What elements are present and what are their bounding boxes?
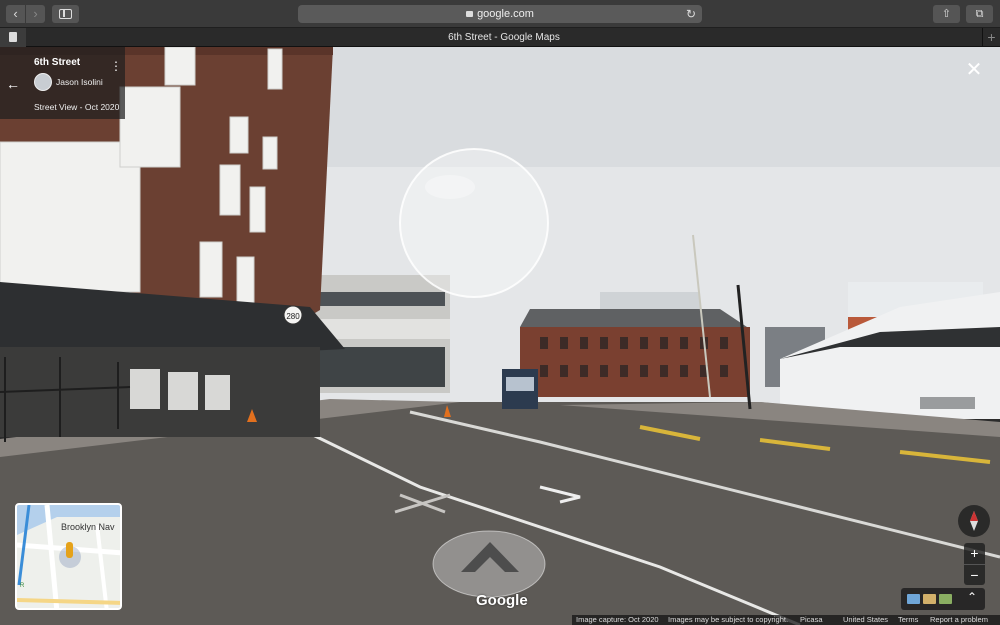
street-view-panorama[interactable]: 280 ← 6th Street ⋮ Jason Isolini Street … xyxy=(0,47,1000,625)
google-logo: Google xyxy=(476,592,528,609)
back-button[interactable]: ‹ xyxy=(6,5,25,23)
chevron-up-icon[interactable]: ⌃ xyxy=(967,590,977,604)
close-icon[interactable]: ✕ xyxy=(964,60,984,80)
report-problem-link[interactable]: Report a problem xyxy=(930,615,988,625)
tab-favicon xyxy=(0,28,26,47)
more-options-icon[interactable]: ⋮ xyxy=(110,60,122,72)
thumbnail-2[interactable] xyxy=(923,594,936,604)
svg-text:R: R xyxy=(20,583,25,589)
sidebar-icon xyxy=(59,9,72,19)
tab-overview-button[interactable]: ⧉ xyxy=(966,5,993,23)
thumbnail-1[interactable] xyxy=(907,594,920,604)
plus-icon: + xyxy=(987,29,996,45)
attribution-bar: Image capture: Oct 2020 Images may be su… xyxy=(572,615,1000,625)
tabs-icon: ⧉ xyxy=(975,8,984,20)
minimap[interactable]: R Brooklyn Nav xyxy=(15,503,122,610)
zoom-in-button[interactable]: + xyxy=(964,543,985,564)
lock-icon xyxy=(466,11,474,17)
copyright-text: Images may be subject to copyright. xyxy=(668,615,789,624)
image-capture-text: Image capture: Oct 2020 xyxy=(576,615,659,624)
address-bar[interactable]: google.com ↻ xyxy=(298,5,702,23)
arrow-left-icon[interactable]: ← xyxy=(6,76,20,92)
capture-date-label[interactable]: Street View - Oct 2020 xyxy=(34,102,119,112)
panorama-image: 280 xyxy=(0,47,1000,625)
document-icon xyxy=(9,32,17,42)
address-text: google.com xyxy=(477,8,534,20)
forward-button[interactable]: › xyxy=(26,5,45,23)
tab-title[interactable]: 6th Street - Google Maps xyxy=(26,28,982,47)
imagery-thumbnails[interactable]: ⌃ xyxy=(901,588,985,610)
sidebar-toggle-button[interactable] xyxy=(52,5,79,23)
street-name: 6th Street xyxy=(34,57,81,68)
new-tab-button[interactable]: + xyxy=(982,28,1000,47)
picasa-link[interactable]: Picasa xyxy=(800,615,823,625)
chevron-right-icon: › xyxy=(33,6,38,21)
avatar[interactable] xyxy=(34,73,52,91)
minimap-place-label: Brooklyn Nav xyxy=(61,522,115,532)
share-button[interactable]: ⇧ xyxy=(933,5,960,23)
chevron-left-icon: ‹ xyxy=(13,6,18,21)
thumbnail-3[interactable] xyxy=(939,594,952,604)
zoom-out-button[interactable]: − xyxy=(964,564,985,585)
browser-window: ‹ › google.com ↻ ⇧ ⧉ 6th Street - Google… xyxy=(0,0,1000,625)
building-number-sign: 280 xyxy=(286,312,300,321)
share-icon: ⇧ xyxy=(941,8,952,20)
location-info-card: ← 6th Street ⋮ Jason Isolini Street View… xyxy=(0,47,125,119)
minimap-map: R xyxy=(17,505,120,608)
compass-icon[interactable] xyxy=(958,505,990,537)
terms-link[interactable]: Terms xyxy=(898,615,918,625)
tab-bar: 6th Street - Google Maps + xyxy=(0,28,1000,47)
browser-toolbar: ‹ › google.com ↻ ⇧ ⧉ xyxy=(0,0,1000,28)
reload-icon[interactable]: ↻ xyxy=(686,5,696,23)
country-text: United States xyxy=(843,615,889,624)
zoom-control: + − xyxy=(964,543,985,585)
author-name[interactable]: Jason Isolini xyxy=(56,77,103,87)
